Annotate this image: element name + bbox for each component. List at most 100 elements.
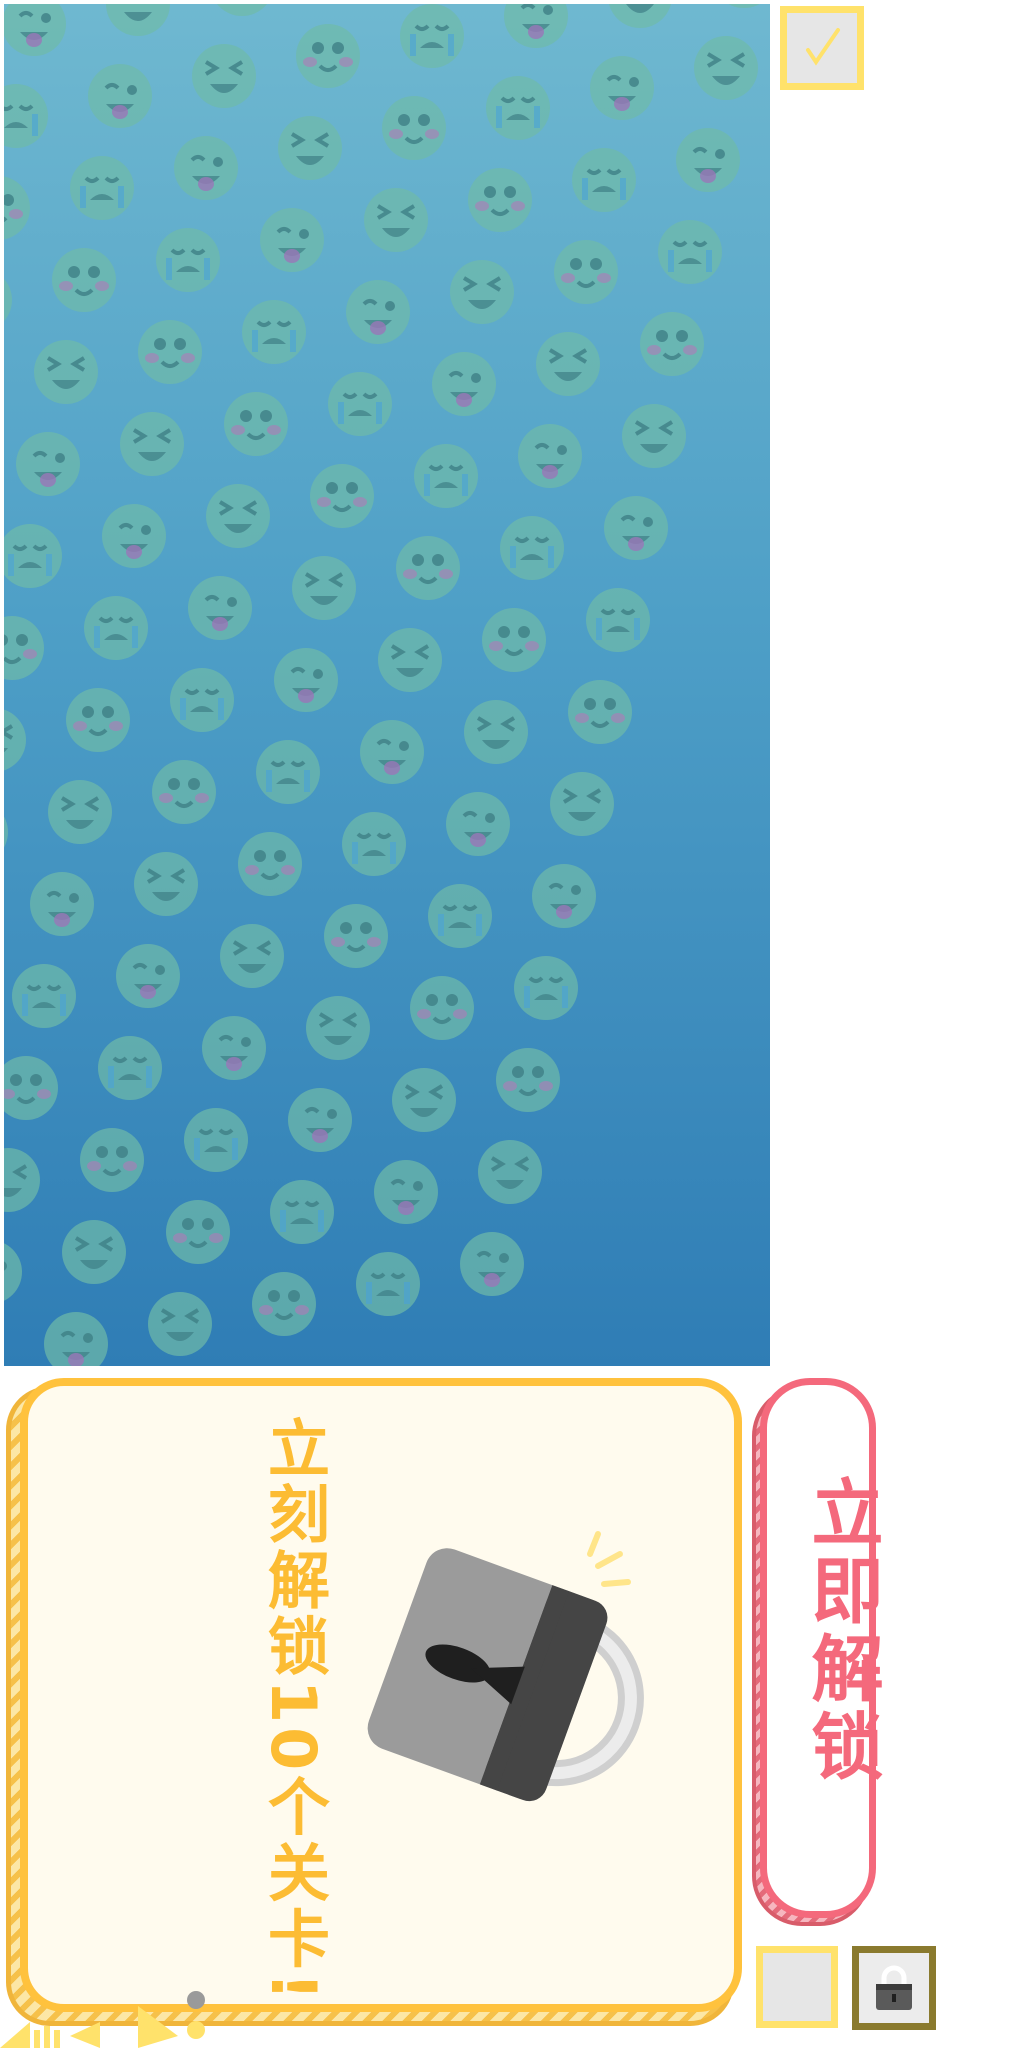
pattern-emoji [498,514,566,582]
pattern-emoji [294,22,362,90]
pattern-emoji [190,42,258,110]
pattern-emoji [548,770,616,838]
pattern-emoji [656,218,724,286]
pattern-emoji [308,462,376,530]
pattern-emoji [530,862,598,930]
unlock-now-button[interactable]: 立即解锁 [752,1378,883,1926]
pattern-emoji [82,594,150,662]
pattern-emoji [4,798,10,866]
pattern-emoji [154,226,222,294]
pattern-emoji [186,574,254,642]
pattern-emoji [4,1146,42,1214]
pattern-emoji [254,738,322,806]
pattern-emoji [208,4,276,18]
dots-icon[interactable] [187,1991,214,2048]
pattern-emoji [494,1046,562,1114]
pattern-emoji [566,678,634,746]
pattern-emoji [132,850,200,918]
pattern-emoji [398,4,466,70]
pattern-emoji [68,154,136,222]
pattern-emoji [4,82,50,150]
promo-card: 立刻解锁10个关卡! [6,1378,742,2026]
pattern-emoji [290,554,358,622]
pattern-emoji [426,882,494,950]
promo-card-face: 立刻解锁10个关卡! [20,1378,742,2012]
pattern-emoji [4,614,46,682]
pattern-emoji [4,706,28,774]
pattern-emoji [200,1014,268,1082]
play-icon[interactable] [138,2006,188,2048]
game-screen: 立刻解锁10个关卡! 立即解锁 [0,0,1024,2048]
pattern-emoji [588,54,656,122]
pattern-emoji [326,370,394,438]
pattern-emoji [344,278,412,346]
pattern-emoji [430,350,498,418]
pattern-emoji [4,1238,24,1306]
pattern-emoji [638,310,706,378]
pattern-emoji [118,410,186,478]
empty-slot[interactable] [756,1946,838,2028]
pattern-emoji [4,1054,60,1122]
unlock-button-label: 立即解锁 [799,1475,883,1787]
pattern-emoji [516,422,584,490]
check-icon [806,28,840,66]
pattern-emoji [4,4,68,58]
pattern-emoji [448,258,516,326]
pattern-emoji [674,126,742,194]
pattern-emoji [322,902,390,970]
pattern-emoji [276,114,344,182]
pattern-emoji [584,586,652,654]
pattern-emoji [480,606,548,674]
pattern-emoji [114,942,182,1010]
pattern-emoji [570,146,638,214]
pattern-emoji [466,166,534,234]
unlock-button-face: 立即解锁 [760,1378,883,1918]
pattern-emoji [458,1230,526,1298]
pattern-emoji [390,1066,458,1134]
pattern-emoji [502,4,570,50]
pattern-emoji [380,94,448,162]
pattern-emoji [304,994,372,1062]
pattern-emoji [222,390,290,458]
pattern-emoji [14,430,82,498]
pattern-emoji [64,686,132,754]
pattern-emoji [534,330,602,398]
locked-slot[interactable] [852,1946,936,2030]
pattern-emoji [46,778,114,846]
pattern-emoji [50,246,118,314]
pattern-emoji [78,1126,146,1194]
emoji-pattern-icon [4,4,770,1366]
sound-icon[interactable] [0,2022,110,2048]
pattern-emoji [258,206,326,274]
pattern-emoji [606,4,674,30]
pattern-emoji [240,298,308,366]
pattern-emoji [182,1106,250,1174]
pattern-emoji [4,522,64,590]
pattern-emoji [164,1198,232,1266]
pattern-emoji [710,4,770,10]
pattern-emoji [204,482,272,550]
pattern-emoji [408,974,476,1042]
pattern-emoji [218,922,286,990]
pattern-emoji [86,62,154,130]
pattern-emoji [692,34,760,102]
pattern-emoji [10,962,78,1030]
pattern-emoji [250,1270,318,1338]
pattern-emoji [412,442,480,510]
pattern-emoji [136,318,204,386]
pattern-emoji [272,646,340,714]
check-button[interactable] [780,6,864,90]
pattern-emoji [358,718,426,786]
promo-title: 立刻解锁10个关卡! [257,1416,330,2005]
pattern-emoji [28,870,96,938]
pattern-emoji [444,790,512,858]
pattern-emoji [236,830,304,898]
pattern-emoji [268,1178,336,1246]
pattern-emoji [602,494,670,562]
emoji-pattern-panel [4,4,770,1366]
pattern-emoji [552,238,620,306]
pattern-emoji [150,758,218,826]
pattern-emoji [104,4,172,38]
pattern-emoji [96,1034,164,1102]
pattern-emoji [172,134,240,202]
